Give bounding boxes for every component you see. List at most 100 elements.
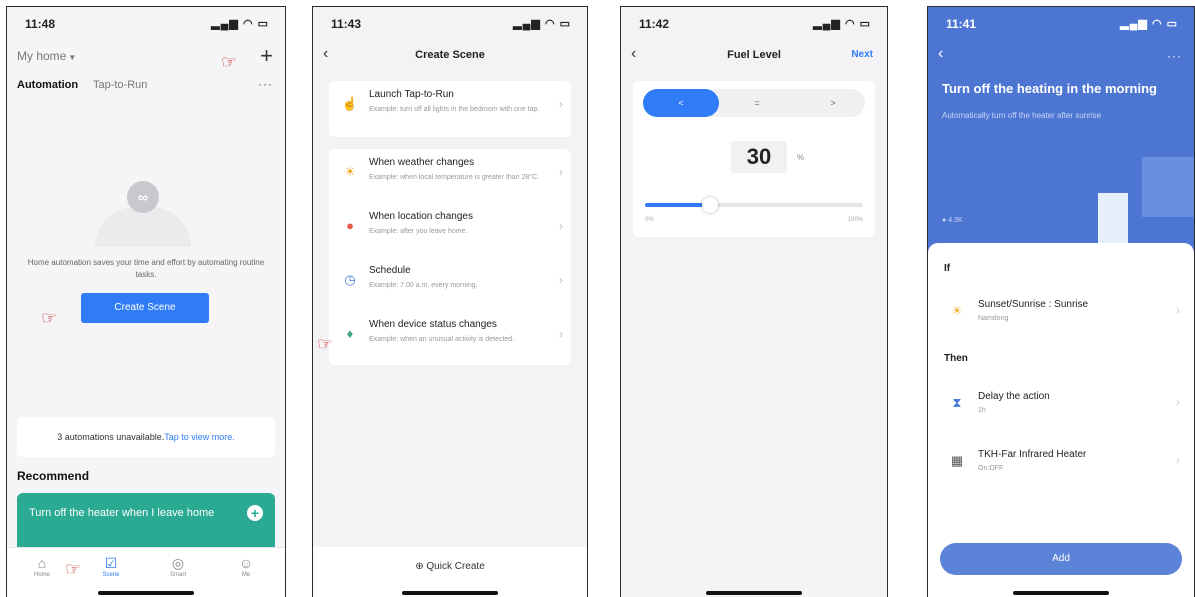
tab-tap-to-run[interactable]: Tap-to-Run bbox=[93, 79, 147, 91]
row-title: When device status changes bbox=[369, 319, 497, 330]
signal-wifi-battery-icon: ▂▄▆ ◠ ▭ bbox=[211, 18, 269, 30]
row-weather[interactable]: ☀ When weather changes Example: when loc… bbox=[329, 149, 571, 203]
unavailable-banner[interactable]: 3 automations unavailable.Tap to view mo… bbox=[17, 417, 275, 457]
row-subtitle: Example: when local temperature is great… bbox=[369, 174, 540, 181]
row-title: Delay the action bbox=[978, 391, 1050, 402]
row-device-status[interactable]: ♦ When device status changes Example: wh… bbox=[329, 311, 571, 365]
profile-icon: ☺ bbox=[238, 555, 254, 571]
row-subtitle: Example: after you leave home. bbox=[369, 228, 468, 235]
row-subtitle: Namdong bbox=[978, 315, 1009, 322]
next-button[interactable]: Next bbox=[851, 49, 873, 60]
tabbar-smart-label: Smart bbox=[169, 572, 186, 578]
create-scene-button[interactable]: Create Scene bbox=[81, 293, 209, 323]
empty-illustration-mound bbox=[95, 207, 191, 247]
row-title: Sunset/Sunrise : Sunrise bbox=[978, 299, 1089, 310]
row-location[interactable]: ● When location changes Example: after y… bbox=[329, 203, 571, 257]
home-indicator bbox=[98, 591, 194, 595]
status-time: 11:41 bbox=[946, 17, 977, 31]
fuel-level-card: < = > 30 % 0% 100% bbox=[633, 81, 875, 237]
tabbar-home-label: Home bbox=[33, 572, 50, 578]
fuel-slider[interactable] bbox=[645, 197, 863, 213]
tab-automation[interactable]: Automation bbox=[17, 79, 78, 91]
link-icon: ∞ bbox=[127, 181, 159, 213]
scene-count: ● 4.3K bbox=[942, 217, 963, 224]
scene-hero: 11:41 ▂▄▆ ◠ ▭ ‹ ··· Turn off the heating… bbox=[928, 7, 1194, 257]
status-bar: 11:42 ▂▄▆ ◠ ▭ bbox=[621, 7, 887, 43]
tabbar-me[interactable]: ☺ Me bbox=[221, 554, 271, 578]
phone-fuel-level: 11:42 ▂▄▆ ◠ ▭ ‹ Fuel Level Next < = > 30… bbox=[620, 6, 888, 597]
home-indicator bbox=[706, 591, 802, 595]
chevron-right-icon: › bbox=[559, 97, 563, 111]
more-icon[interactable]: ··· bbox=[258, 77, 273, 91]
slider-fill bbox=[645, 203, 711, 207]
value-display: 30 bbox=[731, 141, 787, 173]
view-more-link[interactable]: Tap to view more. bbox=[164, 432, 235, 442]
comparison-selector: < = > bbox=[643, 89, 865, 117]
row-subtitle: 1h bbox=[978, 407, 986, 414]
signal-wifi-battery-icon: ▂▄▆ ◠ ▭ bbox=[513, 18, 571, 30]
range-min-label: 0% bbox=[645, 217, 654, 223]
chevron-right-icon: › bbox=[559, 273, 563, 287]
home-selector-label: My home bbox=[17, 49, 67, 63]
hero-illustration-block bbox=[1142, 157, 1194, 217]
then-row-delay[interactable]: ⧗ Delay the action 1h › bbox=[928, 385, 1194, 429]
pointing-hand-icon: ☞ bbox=[65, 559, 82, 579]
back-chevron-icon[interactable]: ‹ bbox=[938, 45, 943, 63]
tabbar-smart[interactable]: ◎ Smart bbox=[153, 554, 203, 578]
heater-icon: ▦ bbox=[950, 453, 964, 468]
chevron-right-icon: › bbox=[1176, 395, 1180, 409]
chevron-right-icon: › bbox=[559, 327, 563, 341]
segment-less-than[interactable]: < bbox=[643, 89, 719, 117]
add-button[interactable]: Add bbox=[940, 543, 1182, 575]
quick-create-button[interactable]: ⊕ Quick Create bbox=[313, 547, 587, 597]
location-pin-icon: ● bbox=[346, 218, 354, 233]
recommend-heading: Recommend bbox=[17, 469, 90, 483]
row-subtitle: Example: 7:00 a.m. every morning. bbox=[369, 282, 478, 289]
range-max-label: 100% bbox=[847, 217, 863, 223]
row-title: Schedule bbox=[369, 265, 411, 276]
page-title: Fuel Level bbox=[727, 49, 781, 61]
segment-equal[interactable]: = bbox=[719, 89, 795, 117]
sunrise-icon: ☀ bbox=[951, 303, 963, 318]
row-subtitle: On:OFF bbox=[978, 465, 1004, 472]
add-circle-icon[interactable]: + bbox=[247, 505, 263, 521]
then-label: Then bbox=[944, 353, 968, 364]
row-launch-tap-to-run[interactable]: ☝ Launch Tap-to-Run Example: turn off al… bbox=[329, 81, 571, 135]
slider-knob[interactable] bbox=[702, 197, 719, 213]
scene-tabs: Automation Tap-to-Run bbox=[17, 79, 159, 91]
add-circle-icon: ⊕ bbox=[415, 561, 424, 572]
scene-subtitle: Automatically turn off the heater after … bbox=[942, 111, 1102, 120]
row-subtitle: Example: when an unusual activity is det… bbox=[369, 336, 515, 343]
home-indicator bbox=[1013, 591, 1109, 595]
tabbar-scene[interactable]: ☑ Scene bbox=[86, 554, 136, 578]
page-title: Create Scene bbox=[415, 49, 485, 61]
segment-greater-than[interactable]: > bbox=[795, 89, 871, 117]
if-row-sunrise[interactable]: ☀ Sunset/Sunrise : Sunrise Namdong › bbox=[928, 293, 1194, 337]
bottom-tab-bar: ⌂ Home ☑ Scene ◎ Smart ☺ Me ☞ bbox=[7, 547, 285, 597]
home-icon: ⌂ bbox=[37, 555, 47, 571]
tap-hand-icon: ☝ bbox=[341, 96, 359, 111]
tabbar-scene-label: Scene bbox=[102, 572, 120, 578]
unit-label: % bbox=[797, 153, 805, 162]
status-bar: 11:41 ▂▄▆ ◠ ▭ bbox=[928, 7, 1194, 43]
row-title: When weather changes bbox=[369, 157, 475, 168]
caret-down-icon: ▼ bbox=[68, 53, 77, 62]
phone-scene-detail: 11:41 ▂▄▆ ◠ ▭ ‹ ··· Turn off the heating… bbox=[927, 6, 1195, 597]
status-time: 11:48 bbox=[25, 17, 56, 31]
chevron-right-icon: › bbox=[559, 219, 563, 233]
home-selector[interactable]: My home ▼ bbox=[17, 49, 76, 63]
chevron-right-icon: › bbox=[559, 165, 563, 179]
status-time: 11:42 bbox=[639, 17, 670, 31]
chevron-right-icon: › bbox=[1176, 453, 1180, 467]
recommend-card[interactable]: Turn off the heater when I leave home + bbox=[17, 493, 275, 555]
more-icon[interactable]: ··· bbox=[1167, 49, 1182, 63]
recommend-card-title: Turn off the heater when I leave home bbox=[29, 507, 215, 519]
sun-icon: ☀ bbox=[344, 164, 356, 179]
tabbar-home[interactable]: ⌂ Home bbox=[17, 554, 67, 578]
pointing-hand-icon: ☞ bbox=[221, 52, 238, 72]
add-plus-icon[interactable]: + bbox=[260, 43, 273, 69]
tabbar-me-label: Me bbox=[241, 572, 251, 578]
then-row-heater[interactable]: ▦ TKH-Far Infrared Heater On:OFF › bbox=[928, 443, 1194, 487]
row-schedule[interactable]: ◷ Schedule Example: 7:00 a.m. every morn… bbox=[329, 257, 571, 311]
status-time: 11:43 bbox=[331, 17, 362, 31]
